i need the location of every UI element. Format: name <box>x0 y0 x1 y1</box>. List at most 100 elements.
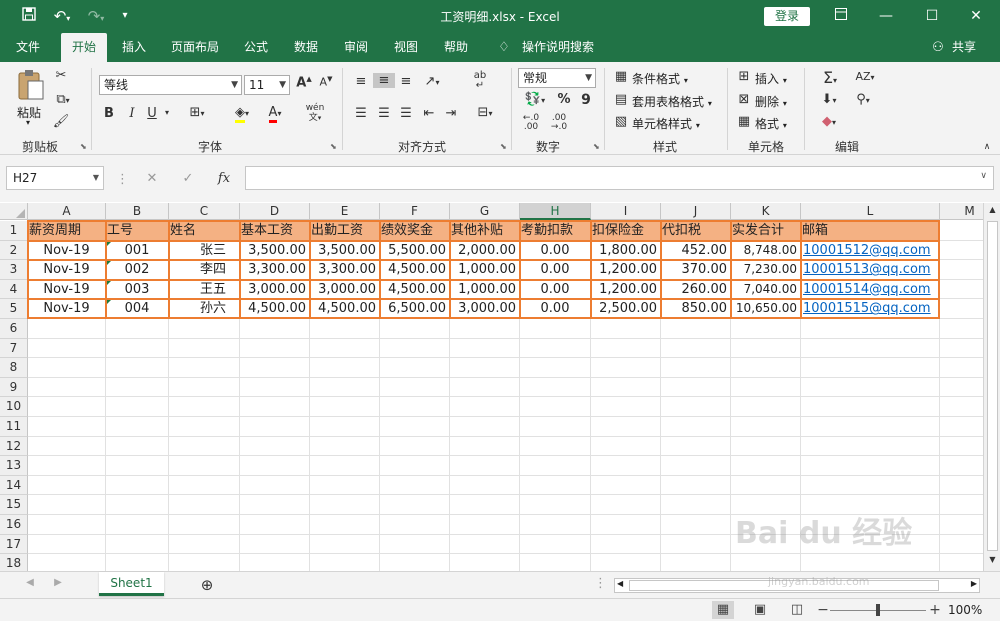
cell-k12[interactable] <box>731 436 801 457</box>
table-cell[interactable]: 7,230.00 <box>731 260 801 280</box>
align-left-icon[interactable]: ☰ <box>352 106 370 121</box>
format-cells-button[interactable]: 格式 ▾ <box>755 115 787 132</box>
cell-d6[interactable] <box>240 319 310 339</box>
cell-f14[interactable] <box>380 475 450 496</box>
cell-m1[interactable] <box>940 221 983 241</box>
cell-i12[interactable] <box>591 436 661 457</box>
table-cell[interactable]: Nov-19 <box>28 299 106 319</box>
cell-e16[interactable] <box>310 515 380 535</box>
cell-m6[interactable] <box>940 319 983 339</box>
page-layout-view-icon[interactable]: ▣ <box>749 601 771 619</box>
cell-m8[interactable] <box>940 358 983 378</box>
cell-c7[interactable] <box>169 338 240 359</box>
table-cell[interactable]: 10001514@qq.com <box>801 279 940 300</box>
table-cell[interactable]: 4,500.00 <box>380 260 450 280</box>
table-header-cell[interactable]: 代扣税 <box>661 221 731 241</box>
cell-e7[interactable] <box>310 338 380 359</box>
cell-f6[interactable] <box>380 319 450 339</box>
percent-style-button[interactable]: % <box>556 92 572 107</box>
cell-b18[interactable] <box>106 554 169 571</box>
table-cell[interactable]: 850.00 <box>661 299 731 319</box>
decrease-decimal-icon[interactable]: .00 →.0 <box>548 114 570 132</box>
table-cell[interactable]: Nov-19 <box>28 240 106 261</box>
cell-i6[interactable] <box>591 319 661 339</box>
cell-m16[interactable] <box>940 515 983 535</box>
orientation-icon[interactable]: ↗▾ <box>420 74 444 89</box>
cell-e10[interactable] <box>310 397 380 417</box>
table-header-cell[interactable]: 扣保险金 <box>591 221 661 241</box>
cell-i9[interactable] <box>591 377 661 398</box>
row-header-8[interactable]: 8 <box>0 358 28 378</box>
cell-g17[interactable] <box>450 534 520 555</box>
cell-m9[interactable] <box>940 378 983 398</box>
delete-cells-icon[interactable]: ⊠ <box>736 92 752 107</box>
confirm-entry-icon[interactable]: ✓ <box>180 171 196 186</box>
column-header-f[interactable]: F <box>380 203 450 220</box>
cell-e11[interactable] <box>310 417 380 437</box>
cell-b9[interactable] <box>106 377 169 398</box>
cell-i14[interactable] <box>591 475 661 496</box>
cell-h10[interactable] <box>520 397 591 417</box>
clear-icon[interactable]: ◆▾ <box>815 114 843 129</box>
cell-m14[interactable] <box>940 476 983 496</box>
table-cell[interactable]: 0.00 <box>520 299 591 319</box>
maximize-icon[interactable]: ☐ <box>917 5 947 27</box>
cell-j8[interactable] <box>661 358 731 378</box>
row-header-11[interactable]: 11 <box>0 417 28 437</box>
tab-insert[interactable]: 插入 <box>114 33 154 62</box>
phonetic-guide-icon[interactable]: wén 文▾ <box>304 103 326 123</box>
format-cells-icon[interactable]: ▦ <box>736 114 752 129</box>
zoom-in-icon[interactable]: + <box>924 601 946 619</box>
add-sheet-icon[interactable]: ⊕ <box>198 576 216 594</box>
font-name-dropdown[interactable]: 等线 ▼ <box>99 75 242 95</box>
cell-e9[interactable] <box>310 377 380 398</box>
cell-g15[interactable] <box>450 495 520 515</box>
row-header-10[interactable]: 10 <box>0 397 28 417</box>
table-cell[interactable]: 王五 <box>169 279 240 300</box>
bold-button[interactable]: B <box>103 106 115 121</box>
zoom-level[interactable]: 100% <box>948 603 982 617</box>
table-cell[interactable]: 3,300.00 <box>240 260 310 280</box>
table-cell[interactable]: 002 <box>106 260 169 280</box>
tab-file[interactable]: 文件 <box>8 33 48 62</box>
cell-e12[interactable] <box>310 436 380 457</box>
cell-m10[interactable] <box>940 397 983 417</box>
cell-g9[interactable] <box>450 377 520 398</box>
zoom-slider-thumb[interactable] <box>876 604 880 616</box>
cell-a7[interactable] <box>28 338 106 359</box>
table-cell[interactable]: 3,000.00 <box>450 299 520 319</box>
cell-b11[interactable] <box>106 417 169 437</box>
table-cell[interactable]: 1,200.00 <box>591 279 661 300</box>
row-header-16[interactable]: 16 <box>0 515 28 535</box>
cell-e8[interactable] <box>310 358 380 378</box>
row-header-3[interactable]: 3 <box>0 260 28 280</box>
cell-g16[interactable] <box>450 515 520 535</box>
cell-g7[interactable] <box>450 338 520 359</box>
cell-k8[interactable] <box>731 358 801 378</box>
cell-a14[interactable] <box>28 475 106 496</box>
table-cell[interactable]: 001 <box>106 240 169 261</box>
tab-help[interactable]: 帮助 <box>436 33 476 62</box>
table-cell[interactable]: 0.00 <box>520 279 591 300</box>
table-cell[interactable]: 370.00 <box>661 260 731 280</box>
customize-quick-access-icon[interactable]: ▾ <box>118 6 132 26</box>
cell-m2[interactable] <box>940 241 983 261</box>
font-color-icon[interactable]: A▾ <box>262 105 288 123</box>
cell-f8[interactable] <box>380 358 450 378</box>
row-header-4[interactable]: 4 <box>0 279 28 300</box>
table-cell[interactable]: 10001512@qq.com <box>801 240 940 261</box>
cell-b6[interactable] <box>106 319 169 339</box>
insert-cells-button[interactable]: 插入 ▾ <box>755 70 787 87</box>
cell-d17[interactable] <box>240 534 310 555</box>
normal-view-icon[interactable]: ▦ <box>712 601 734 619</box>
cell-d18[interactable] <box>240 554 310 571</box>
cell-f16[interactable] <box>380 515 450 535</box>
copy-icon[interactable]: ⧉▾ <box>52 92 74 107</box>
comma-style-button[interactable]: 9 <box>578 92 594 108</box>
sheet-tab-sheet1[interactable]: Sheet1 <box>99 572 164 596</box>
cell-h12[interactable] <box>520 436 591 457</box>
undo-icon[interactable]: ↶▾ <box>50 6 74 26</box>
cell-m15[interactable] <box>940 495 983 515</box>
cell-a17[interactable] <box>28 534 106 555</box>
cell-d16[interactable] <box>240 515 310 535</box>
